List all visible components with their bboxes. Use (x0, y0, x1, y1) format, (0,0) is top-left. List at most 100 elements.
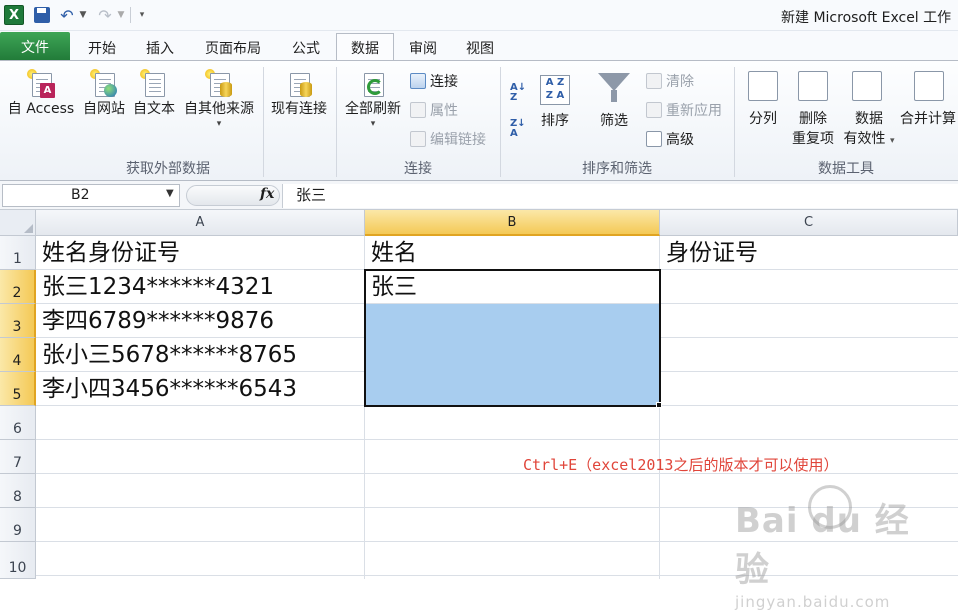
fill-handle[interactable] (656, 402, 662, 408)
row-header-8[interactable]: 8 (0, 474, 36, 508)
cell-a2[interactable]: 张三1234******4321 (36, 270, 274, 304)
save-icon[interactable] (34, 7, 50, 23)
sort-icon: A ZZ A (540, 75, 570, 105)
from-web-button[interactable]: 自网站 (80, 69, 128, 119)
advanced-filter-icon (646, 131, 662, 147)
row-header-4[interactable]: 4 (0, 338, 36, 372)
tab-home[interactable]: 开始 (76, 34, 128, 61)
ribbon-data: A 自 Access 自网站 自文本 自其他来源 ▾ 现有连接 获取外部数据 全… (0, 60, 958, 181)
group-label-sort-filter: 排序和筛选 (582, 161, 652, 177)
clear-filter-button[interactable]: 清除 (646, 71, 694, 91)
tab-review[interactable]: 审阅 (398, 34, 448, 61)
properties-button[interactable]: 属性 (410, 100, 458, 120)
from-text-label: 自文本 (133, 101, 175, 117)
text-to-columns-icon (748, 71, 778, 101)
text-file-icon (140, 69, 168, 99)
annotation-note: Ctrl+E（excel2013之后的版本才可以使用） (523, 456, 839, 474)
data-validation-label: 数据 (855, 111, 883, 127)
reapply-button[interactable]: 重新应用 (646, 100, 722, 120)
from-access-label: 自 Access (7, 101, 75, 117)
insert-function-icon[interactable]: fx (260, 186, 274, 202)
from-text-button[interactable]: 自文本 (130, 69, 178, 119)
row-header-1[interactable]: 1 (0, 236, 36, 270)
clear-label: 清除 (666, 74, 694, 90)
text-to-columns-button[interactable]: 分列 (740, 109, 786, 129)
text-to-columns-label: 分列 (749, 111, 777, 127)
row-header-9[interactable]: 9 (0, 508, 36, 542)
existing-connections-label: 现有连接 (271, 101, 327, 117)
chevron-down-icon: ▾ (889, 136, 895, 146)
name-box-dropdown-icon[interactable]: ▼ (166, 188, 174, 199)
column-header-a[interactable]: A (36, 210, 365, 236)
cell-a3[interactable]: 李四6789******9876 (36, 304, 274, 338)
undo-dropdown-icon[interactable]: ▼ (78, 5, 88, 25)
cell-a5[interactable]: 李小四3456******6543 (36, 372, 297, 406)
row-header-3[interactable]: 3 (0, 304, 36, 338)
worksheet-grid[interactable]: A B C 1 2 3 4 5 6 7 8 9 10 姓名身份证号 姓名 身份证… (0, 210, 958, 611)
cell-a4[interactable]: 张小三5678******8765 (36, 338, 297, 372)
row-header-5[interactable]: 5 (0, 372, 36, 406)
other-sources-icon (205, 69, 233, 99)
remove-duplicates-button[interactable]: 删除 重复项 (788, 109, 838, 149)
quick-access-separator (130, 7, 131, 23)
consolidate-label: 合并计算 (900, 111, 956, 127)
undo-icon[interactable]: ↶ (58, 5, 76, 25)
column-header-c[interactable]: C (660, 210, 958, 236)
from-access-button[interactable]: A 自 Access (4, 69, 78, 119)
row-header-2[interactable]: 2 (0, 270, 36, 304)
sort-descending-icon[interactable]: Z↓ A (510, 119, 526, 139)
watermark-sub: jingyan.baidu.com (735, 593, 891, 611)
edit-links-button[interactable]: 编辑链接 (410, 129, 486, 149)
filter-button[interactable]: 筛选 (592, 111, 636, 131)
sort-ascending-icon[interactable]: A↓ Z (510, 83, 526, 103)
tab-file[interactable]: 文件 (0, 32, 70, 61)
select-all-corner[interactable] (0, 210, 36, 236)
customize-quick-access-icon[interactable]: ▾ (136, 5, 148, 25)
active-selection-border (364, 269, 661, 407)
tab-page-layout[interactable]: 页面布局 (196, 34, 270, 61)
consolidate-icon (914, 71, 944, 101)
name-box[interactable]: B2 (2, 184, 180, 207)
formula-input[interactable]: 张三 (282, 184, 958, 208)
connections-label: 连接 (430, 74, 458, 90)
reapply-label: 重新应用 (666, 103, 722, 119)
redo-icon[interactable]: ↷ (96, 5, 114, 25)
consolidate-button[interactable]: 合并计算 (900, 109, 958, 129)
clear-filter-icon (646, 73, 662, 89)
refresh-all-label: 全部刷新 (345, 101, 401, 117)
row-header-7[interactable]: 7 (0, 440, 36, 474)
existing-connections-button[interactable]: 现有连接 (266, 69, 332, 119)
from-other-sources-button[interactable]: 自其他来源 ▾ (180, 69, 258, 129)
excel-logo-icon[interactable]: X (4, 5, 24, 25)
cell-b1[interactable]: 姓名 (365, 236, 417, 270)
column-header-b[interactable]: B (365, 210, 660, 236)
existing-connections-icon (285, 69, 313, 99)
tab-insert[interactable]: 插入 (134, 34, 186, 61)
redo-dropdown-icon[interactable]: ▼ (116, 5, 126, 25)
properties-icon (410, 102, 426, 118)
advanced-filter-button[interactable]: 高级 (646, 129, 694, 149)
cell-c1[interactable]: 身份证号 (660, 236, 758, 270)
filter-icon-stem (611, 90, 617, 102)
web-icon (90, 69, 118, 99)
connections-button[interactable]: 连接 (410, 71, 458, 91)
access-icon: A (27, 69, 55, 99)
row-header-10[interactable]: 10 (0, 542, 36, 579)
sort-button[interactable]: 排序 (534, 111, 576, 131)
refresh-all-button[interactable]: 全部刷新 ▾ (340, 69, 406, 129)
tab-data[interactable]: 数据 (336, 33, 394, 62)
paw-icon (808, 485, 852, 529)
tab-formulas[interactable]: 公式 (280, 34, 332, 61)
remove-duplicates-icon (798, 71, 828, 101)
data-validation-button[interactable]: 数据 有效性 ▾ (840, 109, 898, 151)
advanced-label: 高级 (666, 132, 694, 148)
from-web-label: 自网站 (83, 101, 125, 117)
filter-label: 筛选 (600, 113, 628, 129)
tab-view[interactable]: 视图 (455, 34, 505, 61)
filter-icon (598, 73, 630, 91)
cell-a1[interactable]: 姓名身份证号 (36, 236, 180, 270)
title-bar: X ↶ ▼ ↷ ▼ ▾ 新建 Microsoft Excel 工作 (0, 0, 958, 31)
remove-duplicates-label-2: 重复项 (792, 131, 834, 147)
from-other-label: 自其他来源 (184, 101, 254, 117)
row-header-6[interactable]: 6 (0, 406, 36, 440)
